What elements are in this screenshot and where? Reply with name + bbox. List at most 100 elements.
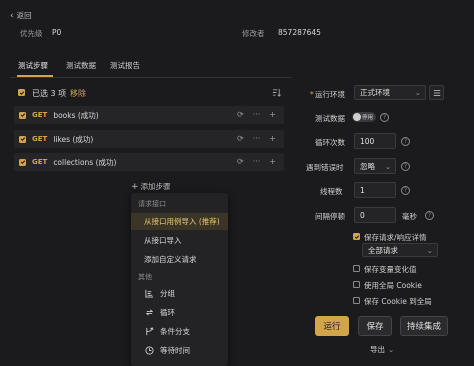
chevron-down-icon: ⌄ [414,88,421,97]
loop-count-value: 100 [360,136,375,146]
step-checkbox[interactable] [19,135,26,143]
back-link[interactable]: ‹ 返回 [10,10,32,21]
use-global-cookie-label: 使用全局 Cookie [364,281,422,290]
menu-item-wait[interactable]: 等待时间 [131,342,228,359]
sync-icon[interactable]: ⟳ [237,157,244,166]
save-button[interactable]: 保存 [358,316,392,336]
on-error-select[interactable]: 忽略 ⌄ [354,158,396,174]
save-cookie-checkbox[interactable] [353,297,360,304]
step-name: books (成功) [53,110,99,120]
tab-test-data[interactable]: 测试数据 [66,60,96,71]
chevron-left-icon: ‹ [10,10,14,21]
add-icon[interactable]: + [269,134,276,143]
env-menu-button[interactable] [429,85,444,100]
menu-item-custom-request[interactable]: 添加自定义请求 [131,251,228,268]
plus-icon: + [131,181,139,192]
step-row[interactable]: GET books (成功) ⟳ ··· + [14,106,284,124]
menu-item-group[interactable]: 分组 [131,285,228,302]
sync-icon[interactable]: ⟳ [237,110,244,119]
help-icon[interactable]: ? [380,113,389,122]
add-icon[interactable]: + [269,110,276,119]
chevron-down-icon: ⌄ [388,345,395,354]
interval-unit: 毫秒 [402,212,417,221]
modifier-label: 修改者 [242,29,265,38]
step-checkbox[interactable] [19,158,26,166]
more-icon[interactable]: ··· [253,134,261,143]
menu-item-label: 分组 [160,289,175,298]
toggle-label: 停用 [362,115,374,121]
active-tab-indicator [17,75,53,77]
tab-test-report[interactable]: 测试报告 [110,60,140,71]
step-name: collections (成功) [53,157,117,167]
loop-count-label: 循环次数 [315,138,345,147]
add-step-label: 添加步骤 [140,182,171,191]
branch-icon [144,327,154,337]
select-all-checkbox[interactable] [18,89,25,96]
add-step-menu: 请求接口 从接口用例导入 (推荐) 从接口导入 添加自定义请求 其他 分组 循环… [131,193,228,366]
test-data-label: 测试数据 [315,114,345,123]
save-variables-label: 保存变量变化值 [364,265,417,274]
interval-value: 0 [360,210,365,220]
sync-icon[interactable]: ⟳ [237,134,244,143]
toggle-knob [353,113,361,121]
loop-icon [144,308,154,318]
method-badge: GET [32,158,48,166]
step-row[interactable]: GET likes (成功) ⟳ ··· + [14,130,284,148]
menu-item-label: 等待时间 [160,346,190,355]
add-icon[interactable]: + [269,157,276,166]
loop-count-input[interactable]: 100 [354,133,396,149]
use-global-cookie-checkbox[interactable] [353,281,360,288]
save-cookie-label: 保存 Cookie 到全局 [364,297,432,306]
env-select[interactable]: 正式环境 ⌄ [354,85,426,100]
tabs-divider [10,77,292,78]
env-label: 运行环境 [315,90,345,99]
help-icon[interactable]: ? [401,137,410,146]
add-step-button[interactable]: + 添加步骤 [131,181,171,192]
menu-item-import-api[interactable]: 从接口导入 [131,232,228,249]
threads-label: 线程数 [320,187,343,196]
run-button[interactable]: 运行 [315,316,349,336]
ci-button[interactable]: 持续集成 [400,316,448,336]
step-row[interactable]: GET collections (成功) ⟳ ··· + [14,153,284,171]
help-icon[interactable]: ? [401,186,410,195]
more-icon[interactable]: ··· [253,110,261,119]
save-details-checkbox[interactable] [353,233,360,240]
sort-icon[interactable] [272,88,281,99]
env-value: 正式环境 [360,88,390,97]
back-label: 返回 [16,11,32,20]
request-scope-select[interactable]: 全部请求 ⌄ [362,243,438,257]
export-button[interactable]: 导出 ⌄ [370,344,394,355]
priority-value: P0 [52,28,62,37]
on-error-label: 遇到错误时 [306,163,344,172]
menu-item-label: 条件分支 [160,327,190,336]
help-icon[interactable]: ? [425,211,434,220]
menu-item-label: 循环 [160,308,175,317]
test-data-toggle[interactable]: 停用 [352,112,376,122]
step-name: likes (成功) [53,134,94,144]
method-badge: GET [32,111,48,119]
help-icon[interactable]: ? [401,162,410,171]
priority-label: 优先级 [20,29,43,38]
on-error-value: 忽略 [360,161,375,171]
save-variables-checkbox[interactable] [353,265,360,272]
selection-count: 已选 3 项 [32,89,67,98]
request-scope-value: 全部请求 [368,245,398,255]
export-label: 导出 [370,345,385,354]
menu-section-request: 请求接口 [138,200,166,208]
menu-item-loop[interactable]: 循环 [131,304,228,321]
remove-link[interactable]: 移除 [70,88,86,99]
group-icon [144,289,154,299]
menu-item-import-case[interactable]: 从接口用例导入 (推荐) [131,213,228,230]
save-details-label: 保存请求/响应详情 [364,233,427,242]
tab-test-steps[interactable]: 测试步骤 [18,60,48,71]
menu-icon [433,89,440,96]
threads-value: 1 [360,185,365,195]
clock-icon [144,346,154,356]
threads-input[interactable]: 1 [354,182,396,198]
more-icon[interactable]: ··· [253,157,261,166]
interval-input[interactable]: 0 [354,207,396,223]
step-checkbox[interactable] [19,111,26,119]
chevron-down-icon: ⌄ [384,161,391,171]
menu-section-other: 其他 [138,273,152,281]
menu-item-branch[interactable]: 条件分支 [131,323,228,340]
